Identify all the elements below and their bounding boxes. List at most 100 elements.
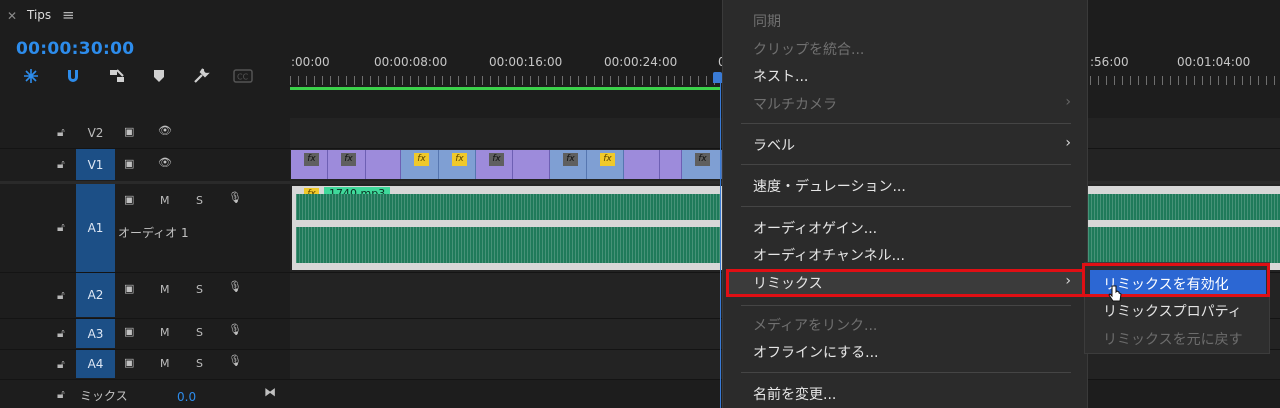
microphone-icon[interactable]: 🎙︎: [228, 191, 242, 204]
playhead-timecode[interactable]: 00:00:30:00: [16, 39, 134, 59]
timeline-tab[interactable]: ✕ Tips ≡: [0, 0, 290, 32]
menu-item-audio-gain[interactable]: オーディオゲイン...: [753, 218, 877, 238]
panel-menu-icon[interactable]: ≡: [62, 6, 75, 24]
fx-badge: fx: [414, 153, 429, 166]
menu-divider: [741, 206, 1071, 207]
sync-lock-icon[interactable]: ▣: [124, 193, 134, 206]
ruler-label: 00:00:08:00: [374, 55, 448, 69]
video-audio-divider: [0, 181, 1280, 184]
track-header-v1: 🔓︎ V1 ▣ 👁︎: [0, 148, 290, 181]
solo-button[interactable]: S: [196, 194, 203, 207]
mix-volume-value[interactable]: 0.0: [177, 390, 196, 404]
ruler-label: 00:00:24:00: [604, 55, 678, 69]
track-header-a3: 🔓︎ A3 ▣ M S 🎙︎: [0, 318, 290, 349]
microphone-icon[interactable]: 🎙︎: [228, 354, 242, 367]
audio-clip[interactable]: fx 1740.mp3: [292, 186, 722, 270]
mute-button[interactable]: M: [160, 283, 170, 296]
track-header-a2: 🔓︎ A2 ▣ M S 🎙︎: [0, 272, 290, 318]
sync-lock-icon[interactable]: ▣: [124, 282, 134, 295]
menu-item-rename[interactable]: 名前を変更...: [753, 384, 836, 404]
add-marker-icon[interactable]: [148, 66, 170, 86]
lock-icon[interactable]: 🔓︎: [57, 125, 65, 140]
ruler-label: :56:00: [1090, 55, 1129, 69]
track-target-a1[interactable]: A1: [76, 184, 115, 272]
menu-divider: [741, 164, 1071, 165]
mute-button[interactable]: M: [160, 357, 170, 370]
audio-waveform: [1088, 227, 1280, 263]
track-target-v2[interactable]: V2: [76, 119, 115, 147]
lock-icon[interactable]: 🔓︎: [57, 288, 65, 303]
sync-lock-icon[interactable]: ▣: [124, 356, 134, 369]
menu-divider: [741, 123, 1071, 124]
video-clip[interactable]: fx: [682, 150, 722, 179]
video-clip[interactable]: [513, 150, 550, 179]
go-to-end-icon[interactable]: ⧓: [264, 385, 276, 399]
video-clip[interactable]: [624, 150, 660, 179]
lock-icon[interactable]: 🔓︎: [57, 357, 65, 372]
captions-icon[interactable]: CC: [232, 66, 254, 86]
menu-item-nest[interactable]: ネスト...: [753, 66, 808, 86]
fx-badge: fx: [452, 153, 467, 166]
solo-button[interactable]: S: [196, 283, 203, 296]
lock-icon[interactable]: 🔓︎: [57, 220, 65, 235]
lock-icon[interactable]: 🔓︎: [57, 387, 65, 402]
mute-button[interactable]: M: [160, 326, 170, 339]
snap-icon[interactable]: [62, 66, 84, 86]
video-clip[interactable]: fx: [439, 150, 476, 179]
track-target-a3[interactable]: A3: [76, 319, 115, 348]
playhead-line[interactable]: [720, 82, 721, 408]
audio-clip[interactable]: [1088, 186, 1280, 270]
eye-icon[interactable]: 👁︎: [158, 156, 172, 169]
wrench-icon[interactable]: [190, 66, 212, 86]
video-clip[interactable]: [660, 150, 682, 179]
sync-lock-icon[interactable]: ▣: [124, 325, 134, 338]
track-header-a1: 🔓︎ A1 ▣ M S 🎙︎ オーディオ 1: [0, 184, 290, 272]
video-clip[interactable]: [366, 150, 401, 179]
menu-divider: [741, 305, 1071, 306]
linked-selection-icon[interactable]: [106, 66, 128, 86]
mute-button[interactable]: M: [160, 194, 170, 207]
eye-icon[interactable]: 👁︎: [158, 124, 172, 137]
video-clip[interactable]: fx: [328, 150, 366, 179]
video-clip[interactable]: fx: [291, 150, 328, 179]
sync-lock-icon[interactable]: ▣: [124, 157, 134, 170]
sync-lock-icon[interactable]: ▣: [124, 125, 134, 138]
audio-waveform: [1088, 194, 1280, 220]
timeline-toolbar: CC: [0, 64, 290, 88]
lock-icon[interactable]: 🔓︎: [57, 157, 65, 172]
microphone-icon[interactable]: 🎙︎: [228, 280, 242, 293]
submenu-chevron-icon: ›: [1065, 273, 1071, 289]
nest-sequence-icon[interactable]: [20, 66, 42, 86]
track-name[interactable]: オーディオ 1: [118, 224, 189, 241]
svg-text:CC: CC: [237, 73, 249, 82]
fx-badge: fx: [304, 153, 319, 166]
solo-button[interactable]: S: [196, 326, 203, 339]
menu-item-speed-duration[interactable]: 速度・デュレーション...: [753, 176, 906, 196]
video-clip[interactable]: fx: [401, 150, 439, 179]
microphone-icon[interactable]: 🎙︎: [228, 323, 242, 336]
submenu-item-revert-remix: リミックスを元に戻す: [1103, 332, 1243, 348]
solo-button[interactable]: S: [196, 357, 203, 370]
track-divider: [0, 148, 1280, 149]
track-target-a4[interactable]: A4: [76, 350, 115, 378]
ruler-label: 00:00:16:00: [489, 55, 563, 69]
track-target-v1[interactable]: V1: [76, 149, 115, 180]
mix-label: ミックス: [80, 389, 128, 403]
menu-item-link-media: メディアをリンク...: [753, 318, 878, 334]
video-clip[interactable]: fx: [587, 150, 624, 179]
track-target-a2[interactable]: A2: [76, 273, 115, 317]
video-clip[interactable]: fx: [550, 150, 587, 179]
fx-badge: fx: [600, 153, 615, 166]
video-clip[interactable]: fx: [476, 150, 513, 179]
ruler-label: 00:01:04:00: [1177, 55, 1251, 69]
sequence-tab-title[interactable]: Tips: [27, 8, 51, 22]
fx-badge: fx: [695, 153, 710, 166]
lock-icon[interactable]: 🔓︎: [57, 326, 65, 341]
menu-item-label[interactable]: ラベル: [753, 135, 795, 155]
menu-item-remix[interactable]: リミックス: [753, 273, 823, 293]
menu-item-make-offline[interactable]: オフラインにする...: [753, 342, 879, 362]
menu-item-audio-channels[interactable]: オーディオチャンネル...: [753, 245, 905, 265]
submenu-item-remix-properties[interactable]: リミックスプロパティ: [1103, 301, 1242, 321]
close-tab-icon[interactable]: ✕: [7, 9, 17, 23]
submenu-chevron-icon: ›: [1065, 94, 1071, 110]
